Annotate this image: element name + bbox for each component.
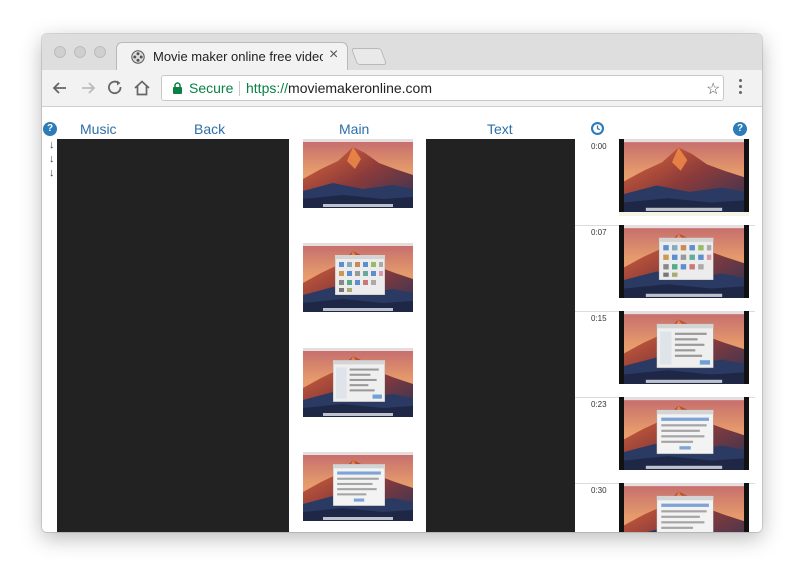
home-icon[interactable]: [132, 78, 152, 98]
reload-icon[interactable]: [105, 78, 125, 98]
forward-arrow-icon[interactable]: [78, 78, 98, 98]
nav-text-link[interactable]: Text: [487, 121, 513, 137]
window-close-button[interactable]: [54, 46, 66, 58]
browser-menu-icon[interactable]: [739, 79, 743, 97]
timeline-timestamp: 0:00: [591, 142, 607, 151]
nav-music-link[interactable]: Music: [80, 121, 117, 137]
tab-strip: Movie maker online free video ×: [42, 34, 762, 71]
editor-content: ? Music Back Main Text ? ↓ ↓ ↓ 0:00 0:07…: [42, 107, 762, 532]
bookmark-star-icon[interactable]: ☆: [706, 79, 720, 99]
window-zoom-button[interactable]: [94, 46, 106, 58]
frame-strip: [619, 212, 749, 216]
lock-icon: [173, 82, 182, 94]
move-down-arrow-icon[interactable]: ↓: [49, 140, 55, 151]
main-clip-thumbnail[interactable]: [303, 243, 413, 312]
music-back-track[interactable]: [57, 139, 289, 532]
timeline-frame[interactable]: [619, 311, 749, 384]
window-minimize-button[interactable]: [74, 46, 86, 58]
timeline-frame[interactable]: [619, 225, 749, 298]
main-clip-thumbnail[interactable]: [303, 452, 413, 521]
browser-toolbar: Secure https://moviemakeronline.com ☆: [42, 70, 762, 107]
address-bar[interactable]: Secure https://moviemakeronline.com ☆: [161, 75, 724, 101]
url-text: https://moviemakeronline.com: [246, 80, 432, 96]
film-reel-icon: [131, 50, 145, 64]
nav-back-link[interactable]: Back: [194, 121, 225, 137]
url-host: moviemakeronline.com: [288, 80, 432, 96]
url-protocol: https://: [246, 80, 289, 96]
new-tab-button[interactable]: [350, 48, 388, 65]
move-down-arrow-icon[interactable]: ↓: [49, 154, 55, 165]
timeline-frame[interactable]: [619, 139, 749, 212]
timeline-timestamp: 0:30: [591, 486, 607, 495]
browser-tab[interactable]: Movie maker online free video ×: [116, 42, 348, 71]
tab-close-icon[interactable]: ×: [329, 46, 338, 64]
main-clip-thumbnail[interactable]: [303, 139, 413, 208]
secure-label: Secure: [189, 80, 234, 96]
timer-icon[interactable]: [590, 121, 605, 136]
timeline-frame[interactable]: [619, 397, 749, 470]
help-icon-right[interactable]: ?: [733, 122, 747, 136]
main-track[interactable]: [289, 139, 426, 532]
browser-window: Movie maker online free video × Secure h…: [42, 34, 762, 532]
timeline-panel: 0:00 0:07 0:15 0:23 0:30: [575, 139, 762, 532]
back-arrow-icon[interactable]: [50, 78, 70, 98]
help-icon-left[interactable]: ?: [43, 122, 57, 136]
tab-title: Movie maker online free video: [153, 49, 323, 64]
timeline-timestamp: 0:07: [591, 228, 607, 237]
timeline-frame[interactable]: [619, 483, 749, 532]
address-separator: [239, 81, 240, 96]
text-track[interactable]: [426, 139, 575, 532]
timeline-timestamp: 0:23: [591, 400, 607, 409]
nav-main-link[interactable]: Main: [339, 121, 369, 137]
move-down-arrow-icon[interactable]: ↓: [49, 168, 55, 179]
main-clip-thumbnail[interactable]: [303, 348, 413, 417]
timeline-timestamp: 0:15: [591, 314, 607, 323]
